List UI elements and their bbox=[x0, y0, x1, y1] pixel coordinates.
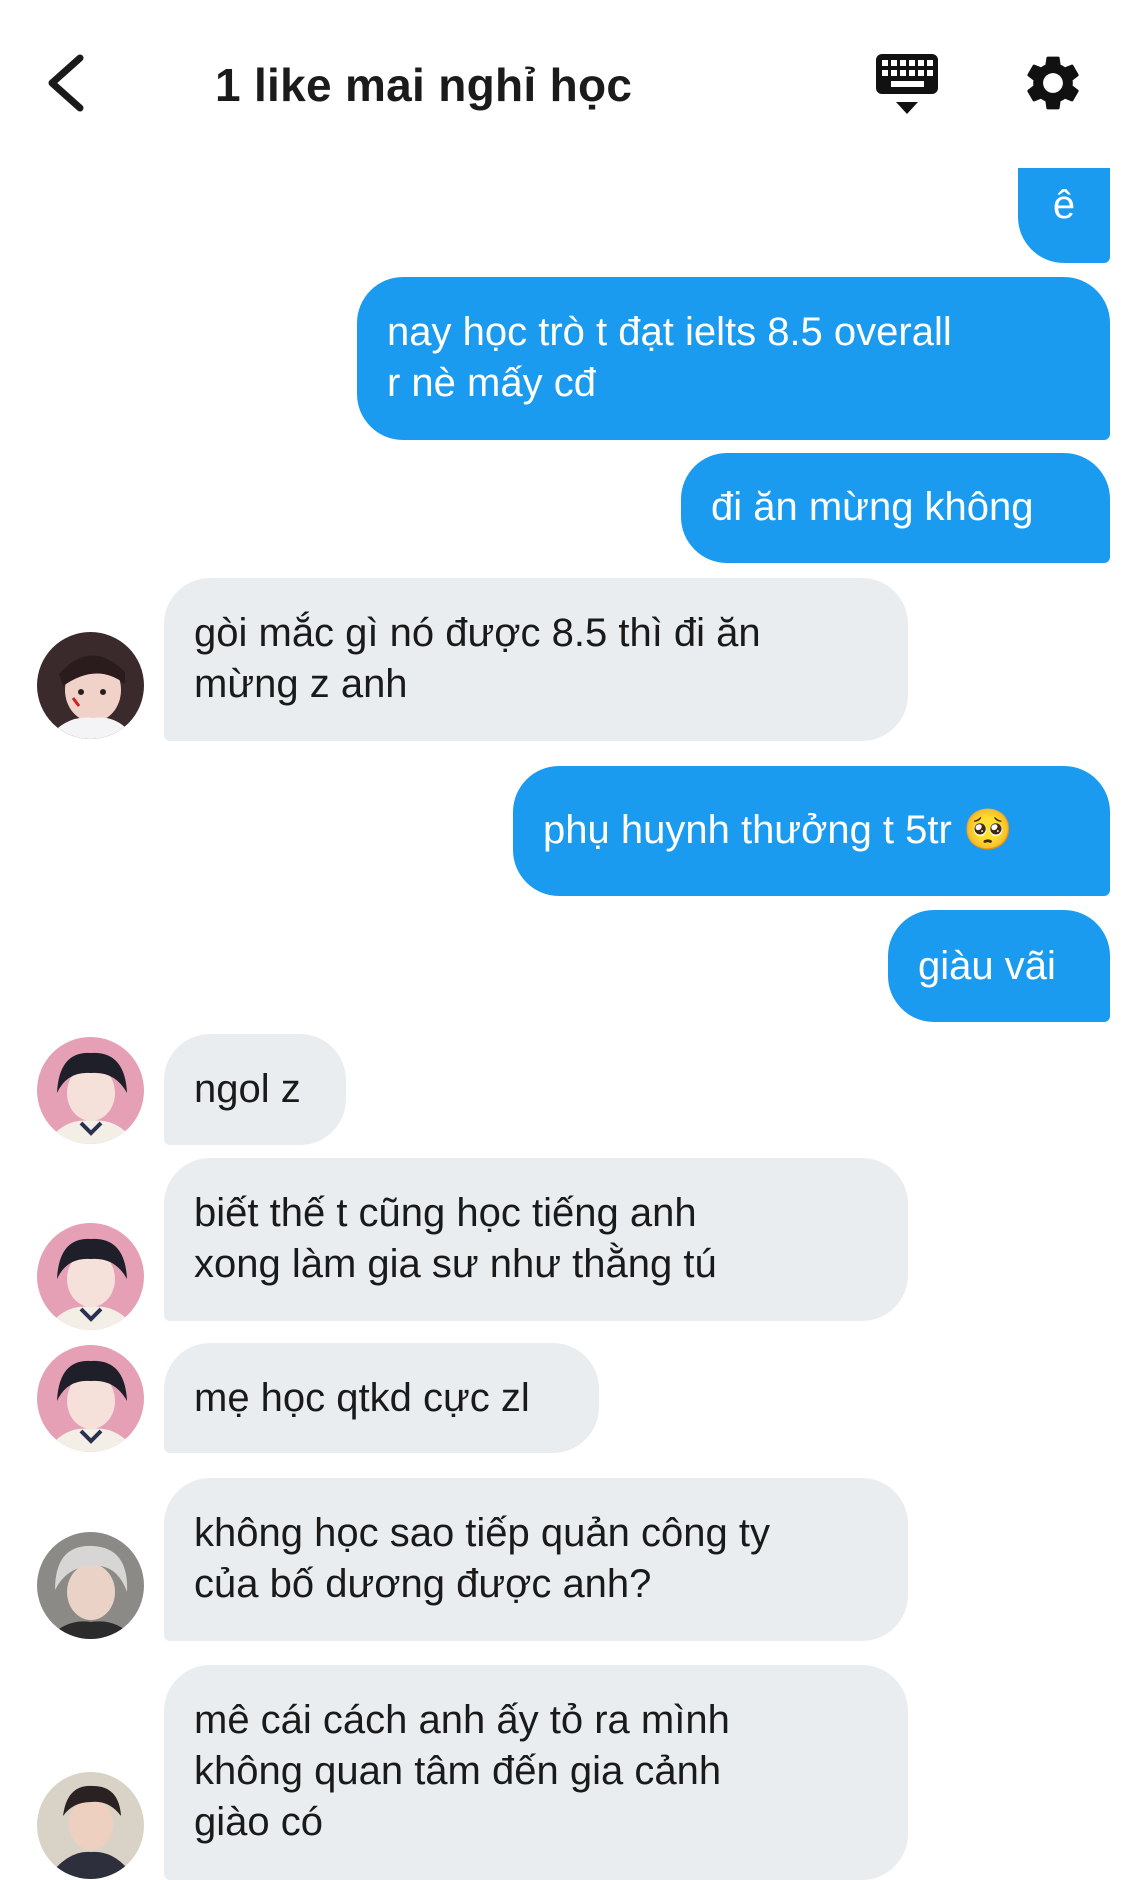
avatar-user-b-image bbox=[37, 1345, 144, 1452]
avatar-user-b-image bbox=[37, 1223, 144, 1330]
avatar-user-a-image bbox=[37, 632, 144, 739]
avatar-user-b-image bbox=[37, 1037, 144, 1144]
message-bubble-incoming[interactable]: mê cái cách anh ấy tỏ ra mình không quan… bbox=[164, 1665, 908, 1880]
message-bubble-incoming[interactable]: mẹ học qtkd cực zl bbox=[164, 1343, 599, 1453]
message-bubble-incoming[interactable]: biết thế t cũng học tiếng anh xong làm g… bbox=[164, 1158, 908, 1321]
back-button[interactable] bbox=[38, 48, 98, 118]
message-bubble-outgoing[interactable]: giàu vãi bbox=[888, 910, 1110, 1022]
message-bubble-outgoing[interactable]: phụ huynh thưởng t 5tr 🥺 bbox=[513, 766, 1110, 896]
keyboard-button[interactable] bbox=[870, 50, 950, 122]
avatar[interactable] bbox=[37, 1772, 144, 1879]
message-bubble-incoming[interactable]: không học sao tiếp quản công ty của bố d… bbox=[164, 1478, 908, 1641]
message-bubble-outgoing[interactable]: nay học trò t đạt ielts 8.5 overall r nè… bbox=[357, 277, 1110, 440]
avatar-user-c-image bbox=[37, 1532, 144, 1639]
message-bubble-incoming[interactable]: gòi mắc gì nó được 8.5 thì đi ăn mừng z … bbox=[164, 578, 908, 741]
avatar[interactable] bbox=[37, 1532, 144, 1639]
message-bubble-outgoing[interactable]: ê bbox=[1018, 168, 1110, 263]
avatar[interactable] bbox=[37, 1223, 144, 1330]
chevron-left-icon bbox=[48, 54, 84, 112]
chat-title: 1 like mai nghỉ học bbox=[215, 59, 633, 111]
avatar[interactable] bbox=[37, 1037, 144, 1144]
avatar-user-d-image bbox=[37, 1772, 144, 1879]
message-bubble-outgoing[interactable]: đi ăn mừng không bbox=[681, 453, 1110, 563]
settings-button[interactable] bbox=[1020, 50, 1086, 116]
keyboard-icon bbox=[876, 54, 938, 114]
message-bubble-incoming[interactable]: ngol z bbox=[164, 1034, 346, 1145]
gear-icon bbox=[1027, 56, 1079, 110]
avatar[interactable] bbox=[37, 1345, 144, 1452]
chat-header: 1 like mai nghỉ học bbox=[0, 0, 1125, 165]
avatar[interactable] bbox=[37, 632, 144, 739]
